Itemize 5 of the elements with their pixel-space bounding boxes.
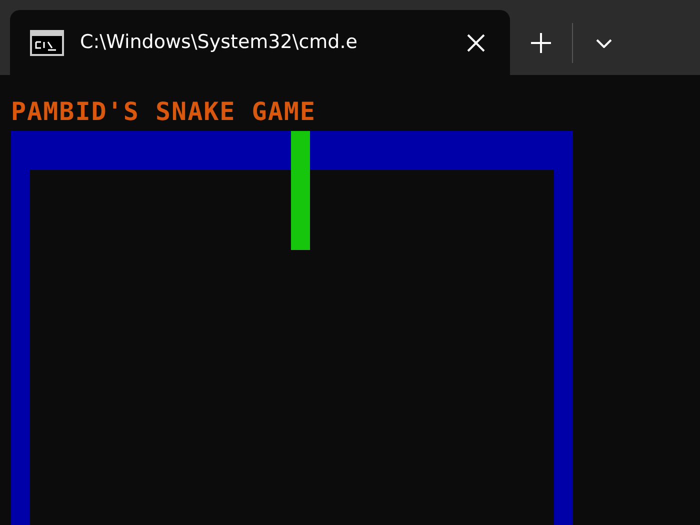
chevron-down-icon xyxy=(596,38,612,48)
tab[interactable]: C:\Windows\System32\cmd.e xyxy=(10,10,510,75)
game-title: PAMBID'S SNAKE GAME xyxy=(10,96,317,128)
tab-title: C:\Windows\System32\cmd.e xyxy=(80,30,358,56)
console-icon xyxy=(30,30,64,56)
